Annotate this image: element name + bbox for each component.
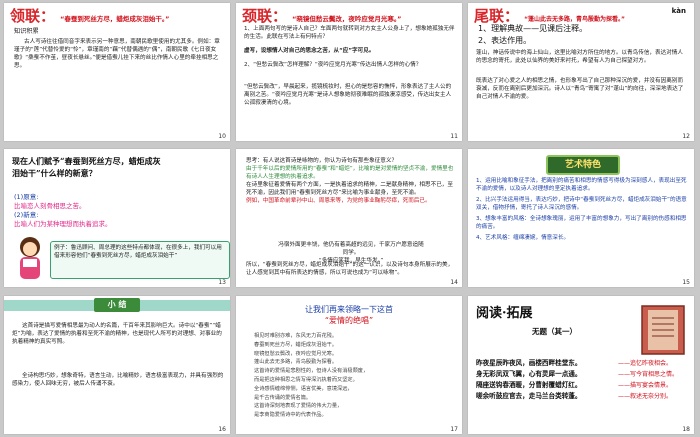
list-item: 2、表达作用。 bbox=[478, 36, 532, 45]
poem-title: 无题（其一） bbox=[532, 327, 577, 336]
list-item: 3、想象丰富的风格：全诗想象瑰丽，运用了丰富的想象力，写出了离别的伤感和相思的痛… bbox=[476, 216, 687, 230]
orig-text: 比喻恋人刻骨相思之苦。 bbox=[14, 202, 86, 210]
slide-body: 这首诗是描写爱情相思最为动人的名篇，千百年来其影响巨大。诗中以“春蚕”“蜡炬”为… bbox=[12, 323, 222, 345]
new-label: (2)新意: bbox=[14, 211, 39, 219]
poem-line: 昨夜星辰昨夜风，画楼西畔桂堂东。 bbox=[476, 359, 582, 367]
list-item: 这首诗深刻地表现了爱情的伟大力量， bbox=[254, 403, 343, 410]
slide-thumbnail-13[interactable]: 现在人们赋予“春蚕到死丝方尽，蜡炬成灰泪始干”什么样的新意？ (1)原意: 比喻… bbox=[4, 149, 230, 287]
slide-heading: 领联： bbox=[10, 7, 56, 25]
list-item: 蓬山此去无多路，青鸟殷勤为探看。 bbox=[254, 359, 338, 366]
slide-verse: “晓镜但愁云鬓改，夜吟应觉月光寒。” bbox=[292, 15, 402, 23]
list-item: 1、运用比喻和象征手法，把离别的痛苦和相思的情感写得极为深刻感人，表现出至死不渝… bbox=[476, 178, 687, 192]
list-item: 这首诗的爱情是悲剧性的，但诗人没有消极颓废， bbox=[254, 368, 369, 375]
book-illustration-icon bbox=[641, 305, 685, 355]
example-text: 例子：鲁迅顾问、周总理的这些特点都体现，在很多上，我们可以用借来形容他们“春蚕到… bbox=[54, 245, 222, 259]
list-item: 而是把这种相思之情写得深沉执着而又坚定。 bbox=[254, 376, 358, 383]
slide-number: 16 bbox=[218, 426, 226, 433]
girl-illustration-icon bbox=[20, 237, 40, 279]
question-1: 1、上面两句写的是诗人自己？车面两句就转到对方女主人公身上了，想象她孤独无伴的生… bbox=[244, 26, 455, 40]
slide-body: 蓬山，神话传说中的海上仙山，这里比喻对方所住的地方。以青鸟传信，表达对情人的思念… bbox=[476, 50, 683, 64]
slide-number: 10 bbox=[218, 133, 226, 140]
poem-line: 隔座送钩春酒暖，分曹射覆蜡灯红。 bbox=[476, 381, 582, 389]
slide-thumbnail-12[interactable]: 尾联： “蓬山此去无多路，青鸟殷勤为探看。” kàn 1、理解典故——见课后注释… bbox=[468, 3, 694, 141]
slide-number: 13 bbox=[218, 279, 226, 286]
new-text: 比喻人们为某种理想而执着追求。 bbox=[14, 220, 112, 228]
slide-body: 古人写诗往往借同音字来表示另一种意思，南朝民歌里使用的尤其多。例如：章瑾子的“莲… bbox=[14, 39, 220, 69]
slide-thumbnail-15[interactable]: 艺术特色 1、运用比喻和象征手法，把离别的痛苦和相思的情感写得极为深刻感人，表现… bbox=[468, 149, 694, 287]
list-item: 全诗感情缠绵悱恻，语言优美，意境深远， bbox=[254, 385, 353, 392]
slide-thumbnail-16[interactable]: 小 结 这首诗是描写爱情相思最为动人的名篇，千百年来其影响巨大。诗中以“春蚕”“… bbox=[4, 296, 230, 434]
poem-line: 嗟余听鼓应官去，走马兰台类转蓬。 bbox=[476, 392, 582, 400]
slide-title: 艺术特色 bbox=[546, 155, 620, 175]
slide-body-2: 全诗构思巧妙，想象奇特，语言生动，比喻精妙，语言极富表现力，并具有强烈的感染力，… bbox=[12, 373, 224, 387]
question-2: 2、“但愁云鬓改”怎样理解？“夜吟应觉月光寒”传达出情人怎样的心情？ bbox=[244, 62, 422, 68]
section-title: 知识积累 bbox=[14, 28, 39, 35]
list-item: 是千古传诵的爱情名篇。 bbox=[254, 394, 312, 401]
list-item: 晓镜但愁云鬓改，夜吟应觉月光寒。 bbox=[254, 350, 338, 357]
list-item: 例如，中国革命前辈孙中山、周恩来等，为党的事业鞠躬尽瘁，死而后已。 bbox=[246, 198, 431, 204]
slide-verse: “春蚕到死丝方尽，蜡炬成灰泪始干。” bbox=[60, 15, 170, 23]
slide-thumbnail-18[interactable]: 阅读·拓展 无题（其一） 昨夜星辰昨夜风，画楼西畔桂堂东。 身无彩凤双飞翼，心有… bbox=[468, 296, 694, 434]
poem-note: ——叙述无奈分别。 bbox=[618, 393, 673, 400]
slide-heading: 颈联： bbox=[242, 7, 288, 25]
slide-verse: “蓬山此去无多路，青鸟殷勤为探看。” bbox=[524, 16, 625, 23]
slide-subtitle: “爱情的绝唱” bbox=[324, 316, 374, 325]
poem-line: 冯宿外面更丰饶，他仍有着高超的远见，千家万户愿意追随同学。 bbox=[278, 242, 424, 256]
slide-number: 11 bbox=[450, 133, 458, 140]
poem-note: ——追忆昨夜相会。 bbox=[618, 360, 673, 367]
slide-footer: 所以，“春蚕到死丝方尽，蜡炬成灰泪始干”的这一认识，以及诗句本身所展示的美，让人… bbox=[246, 262, 454, 276]
slide-thumbnail-10[interactable]: 领联： “春蚕到死丝方尽，蜡炬成灰泪始干。” 知识积累 古人写诗往往借同音字来表… bbox=[4, 3, 230, 141]
list-item: 2、比兴手法运用得当，表达巧妙，把诗中“春蚕到死丝方尽，蜡炬成灰泪始干”的语意双… bbox=[476, 197, 687, 211]
orig-label: (1)原意: bbox=[14, 193, 39, 201]
slide-title: 小 结 bbox=[94, 298, 140, 312]
list-item: 春蚕到死丝方尽，蜡炬成灰泪始干。 bbox=[254, 341, 338, 348]
list-item: 是李商隐爱情诗中的代表作品。 bbox=[254, 412, 327, 419]
list-item: 思考：有人说这首诗是咏物的，你认为诗句有那些象征意义？ bbox=[246, 158, 398, 164]
list-item: 1、理解典故——见课后注释。 bbox=[478, 24, 588, 33]
slide-title: 阅读·拓展 bbox=[476, 306, 533, 321]
slide-number: 17 bbox=[450, 426, 458, 433]
poem-line: 身无彩凤双飞翼，心有灵犀一点通。 bbox=[476, 370, 582, 378]
slide-number: 18 bbox=[682, 426, 690, 433]
slide-number: 14 bbox=[450, 279, 458, 286]
poem-note: ——写今宵相思之情。 bbox=[618, 371, 679, 378]
slide-number: 12 bbox=[682, 133, 690, 140]
slide-title: 让我们再来领略一下这首 bbox=[305, 305, 393, 314]
list-item: 由于千年以后的爱情所用的“春蚕”和“蜡炬”，比喻的是对爱情的坚贞不渝，爱情里也有… bbox=[246, 166, 454, 180]
list-item: 相见时难别亦难，东风无力百花残。 bbox=[254, 333, 338, 339]
slide-thumbnail-14[interactable]: 思考：有人说这首诗是咏物的，你认为诗句有那些象征意义？ 由于千年以后的爱情所用的… bbox=[236, 149, 462, 287]
list-item: 在诗里象征着爱情有两个方面，一是执着追求的精神，二是献身精神，相思不已，至死不渝… bbox=[246, 182, 453, 196]
slide-thumbnail-11[interactable]: 颈联： “晓镜但愁云鬓改，夜吟应觉月光寒。” 1、上面两句写的是诗人自己？车面两… bbox=[236, 3, 462, 141]
slide-number: 15 bbox=[682, 279, 690, 286]
slide-question: 现在人们赋予“春蚕到死丝方尽，蜡炬成灰泪始干”什么样的新意？ bbox=[12, 156, 161, 178]
poem-note: ——描写宴会情景。 bbox=[618, 382, 673, 389]
pinyin-note: kàn bbox=[671, 7, 686, 15]
list-item: 4、艺术风格：缠绵凄婉，情意深长。 bbox=[476, 235, 570, 241]
answer-1: 虚写，设想情人对自己的思念之苦，从“应”字可见。 bbox=[244, 48, 375, 54]
answer-2: “但愁云鬓改”，早晨起来，揽镜梳妆时，担心的是愁容的憔悴，形象表达了主人公的离别… bbox=[244, 84, 452, 106]
slide-thumbnail-17[interactable]: 让我们再来领略一下这首 “爱情的绝唱” 相见时难别亦难，东风无力百花残。 春蚕到… bbox=[236, 296, 462, 434]
slide-body-2: 既表达了对心爱之人的相思之情，也形象写出了自己那种深沉的爱，并没有因离别而衰减，… bbox=[476, 78, 684, 100]
